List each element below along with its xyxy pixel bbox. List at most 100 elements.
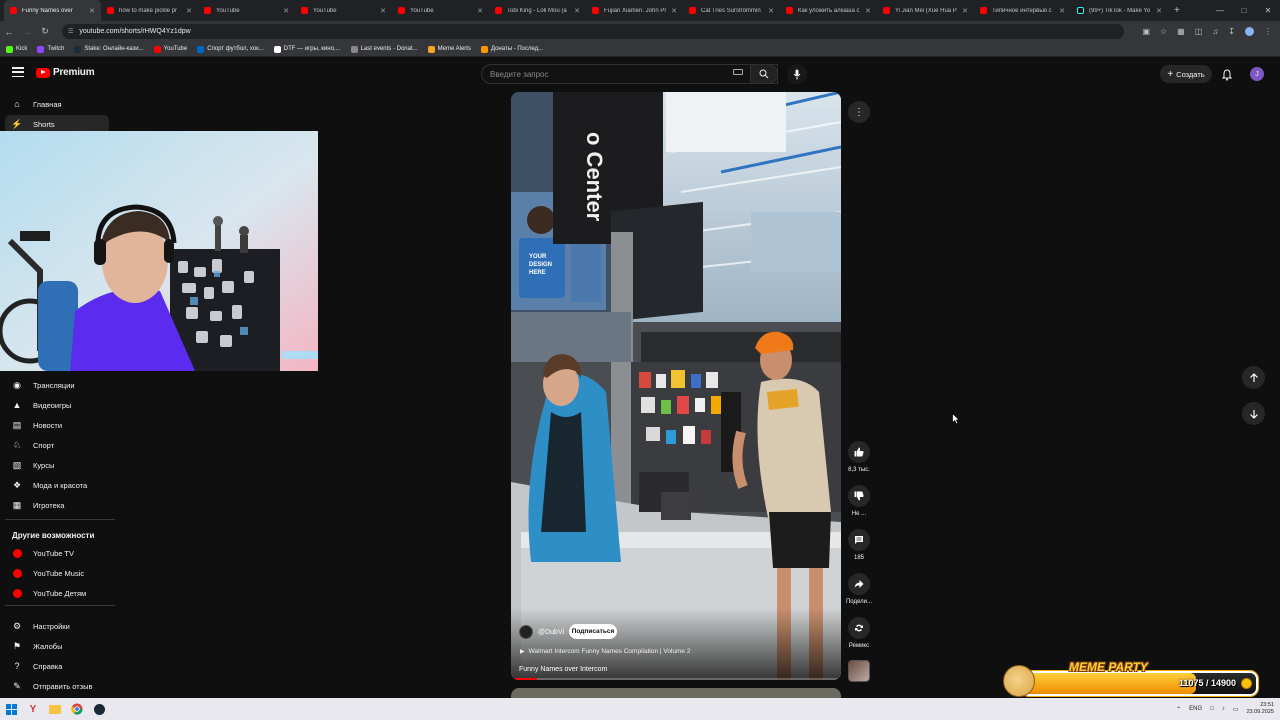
browser-tab[interactable]: YouTube ✕ [295, 0, 392, 21]
search-button[interactable] [750, 64, 778, 84]
account-avatar[interactable]: J [1250, 67, 1264, 81]
browser-tab[interactable]: how to make pickle pr ✕ [101, 0, 198, 21]
system-clock[interactable]: 23:51 23.09.2025 [1246, 702, 1274, 716]
keyboard-icon[interactable] [733, 69, 743, 75]
reload-button[interactable]: ↻ [36, 26, 54, 37]
bookmark-item[interactable]: Last events - Donat... [350, 45, 418, 53]
bookmark-item[interactable]: YouTube [153, 45, 187, 53]
browser-tab[interactable]: Как уложить алкаша с ✕ [780, 0, 877, 21]
sidebar-item[interactable]: ⌂ Главная [5, 95, 109, 113]
close-tab-icon[interactable]: ✕ [477, 7, 483, 15]
sidebar-item[interactable]: ⚙ Настройки [5, 617, 109, 635]
bookmark-star-icon[interactable]: ☆ [1160, 27, 1167, 36]
chrome-icon[interactable] [66, 698, 88, 720]
close-tab-icon[interactable]: ✕ [865, 7, 871, 15]
close-tab-icon[interactable]: ✕ [962, 7, 968, 15]
sidebar-item[interactable]: YouTube TV [5, 544, 109, 562]
media-controls-icon[interactable]: ♫ [1212, 27, 1218, 36]
previous-short-button[interactable] [1242, 366, 1265, 389]
dislike-button[interactable] [848, 485, 870, 507]
close-window-button[interactable]: ✕ [1256, 0, 1280, 21]
sidebar-item[interactable]: ? Справка [5, 657, 109, 675]
site-info-icon[interactable]: ☰ [68, 28, 73, 35]
address-bar[interactable]: ☰ youtube.com/shorts/rHWQ4Yz1dpw [62, 24, 1124, 39]
close-tab-icon[interactable]: ✕ [380, 7, 386, 15]
new-tab-button[interactable]: + [1174, 5, 1180, 16]
sidebar-item[interactable]: ▤ Новости [5, 416, 109, 434]
sidepanel-icon[interactable]: ◫ [1195, 27, 1203, 36]
close-tab-icon[interactable]: ✕ [283, 7, 289, 15]
hamburger-menu-icon[interactable] [12, 67, 24, 77]
browser-tab[interactable]: Funny Names over ✕ [4, 0, 101, 21]
bookmark-item[interactable]: DTF — игры, кино,... [273, 45, 341, 53]
downloads-icon[interactable]: ↧ [1228, 27, 1235, 36]
video-progress-bar[interactable] [511, 678, 841, 680]
sidebar-item[interactable]: ▦ Игротека [5, 496, 109, 514]
sidebar-item[interactable]: ▧ Курсы [5, 456, 109, 474]
yandex-browser-icon[interactable]: Y [22, 698, 44, 720]
browser-tab[interactable]: Yi Jian Mei (Xue Hua P ✕ [877, 0, 974, 21]
subscribe-button[interactable]: Подписаться [569, 624, 617, 639]
sidebar-item[interactable]: ♘ Спорт [5, 436, 109, 454]
bookmark-item[interactable]: Meme Alerts [427, 45, 471, 53]
sidebar-item[interactable]: ✎ Отправить отзыв [5, 677, 109, 695]
bookmark-item[interactable]: Kick [6, 45, 27, 53]
close-tab-icon[interactable]: ✕ [768, 7, 774, 15]
youtube-premium-logo[interactable]: Premium [36, 67, 95, 78]
bookmark-item[interactable]: Twitch [37, 45, 64, 53]
browser-tab[interactable]: YouTube ✕ [198, 0, 295, 21]
svg-text:o Center: o Center [582, 132, 607, 222]
browser-tab[interactable]: Fujian Xiamen. John Pr ✕ [586, 0, 683, 21]
close-tab-icon[interactable]: ✕ [1156, 7, 1162, 15]
sidebar-item[interactable]: ❖ Мода и красота [5, 476, 109, 494]
remix-button[interactable] [848, 617, 870, 639]
related-video-link[interactable]: ▶ Walmart Intercom Funny Names Compilati… [520, 648, 690, 655]
minimize-button[interactable]: — [1208, 0, 1232, 21]
close-tab-icon[interactable]: ✕ [1059, 7, 1065, 15]
short-video-player[interactable]: YOUR DESIGN HERE o Center @DubVi Подписа… [511, 92, 841, 680]
browser-tab[interactable]: (99+) TikTok - Make Yo ✕ [1071, 0, 1168, 21]
share-button[interactable] [848, 573, 870, 595]
forward-button[interactable]: → [18, 27, 36, 37]
file-explorer-icon[interactable] [44, 698, 66, 720]
next-short-button[interactable] [1242, 402, 1265, 425]
browser-tab[interactable]: Tobi King - Loli Mou (a ✕ [489, 0, 586, 21]
install-app-icon[interactable]: ▣ [1142, 27, 1150, 36]
close-tab-icon[interactable]: ✕ [186, 7, 192, 15]
battery-icon[interactable]: ▭ [1233, 706, 1239, 713]
original-sound-thumbnail[interactable] [848, 660, 870, 682]
browser-tab[interactable]: Cat Tries Surströmmin ✕ [683, 0, 780, 21]
notifications-bell-icon[interactable] [1221, 68, 1233, 86]
more-options-button[interactable]: ⋮ [848, 101, 870, 123]
sidebar-item[interactable]: YouTube Music [5, 564, 109, 582]
extensions-icon[interactable]: ▦ [1177, 27, 1185, 36]
profile-avatar[interactable] [1245, 27, 1254, 36]
steam-icon[interactable] [88, 698, 110, 720]
channel-name[interactable]: @DubVi [538, 629, 564, 636]
sidebar-item[interactable]: YouTube Детям [5, 584, 109, 602]
tray-overflow-icon[interactable]: ⌃ [1176, 706, 1181, 713]
close-tab-icon[interactable]: ✕ [89, 7, 95, 15]
comments-button[interactable] [848, 529, 870, 551]
like-button[interactable] [848, 441, 870, 463]
back-button[interactable]: ← [0, 27, 18, 37]
close-tab-icon[interactable]: ✕ [574, 7, 580, 15]
language-indicator[interactable]: ENG [1189, 706, 1202, 712]
sidebar-item[interactable]: ⚑ Жалобы [5, 637, 109, 655]
close-tab-icon[interactable]: ✕ [671, 7, 677, 15]
bookmark-item[interactable]: Донаты - Послед... [480, 45, 543, 53]
sidebar-item[interactable]: ◉ Трансляции [5, 376, 109, 394]
windows-start-icon[interactable] [0, 698, 22, 720]
network-icon[interactable]: □ [1210, 706, 1214, 712]
channel-avatar[interactable] [519, 625, 533, 639]
create-button[interactable]: + Создать [1160, 65, 1212, 83]
browser-tab[interactable]: YouTube ✕ [392, 0, 489, 21]
bookmark-item[interactable]: Stake: Онлайн-кази... [74, 45, 144, 53]
browser-menu-icon[interactable]: ⋮ [1264, 27, 1272, 36]
voice-search-button[interactable] [787, 64, 807, 84]
sidebar-item[interactable]: ▲ Видеоигры [5, 396, 109, 414]
browser-tab[interactable]: Типичное интервью с ✕ [974, 0, 1071, 21]
maximize-button[interactable]: □ [1232, 0, 1256, 21]
bookmark-item[interactable]: Спорт футбол, хок... [197, 45, 264, 53]
volume-icon[interactable]: ♪ [1222, 706, 1225, 712]
